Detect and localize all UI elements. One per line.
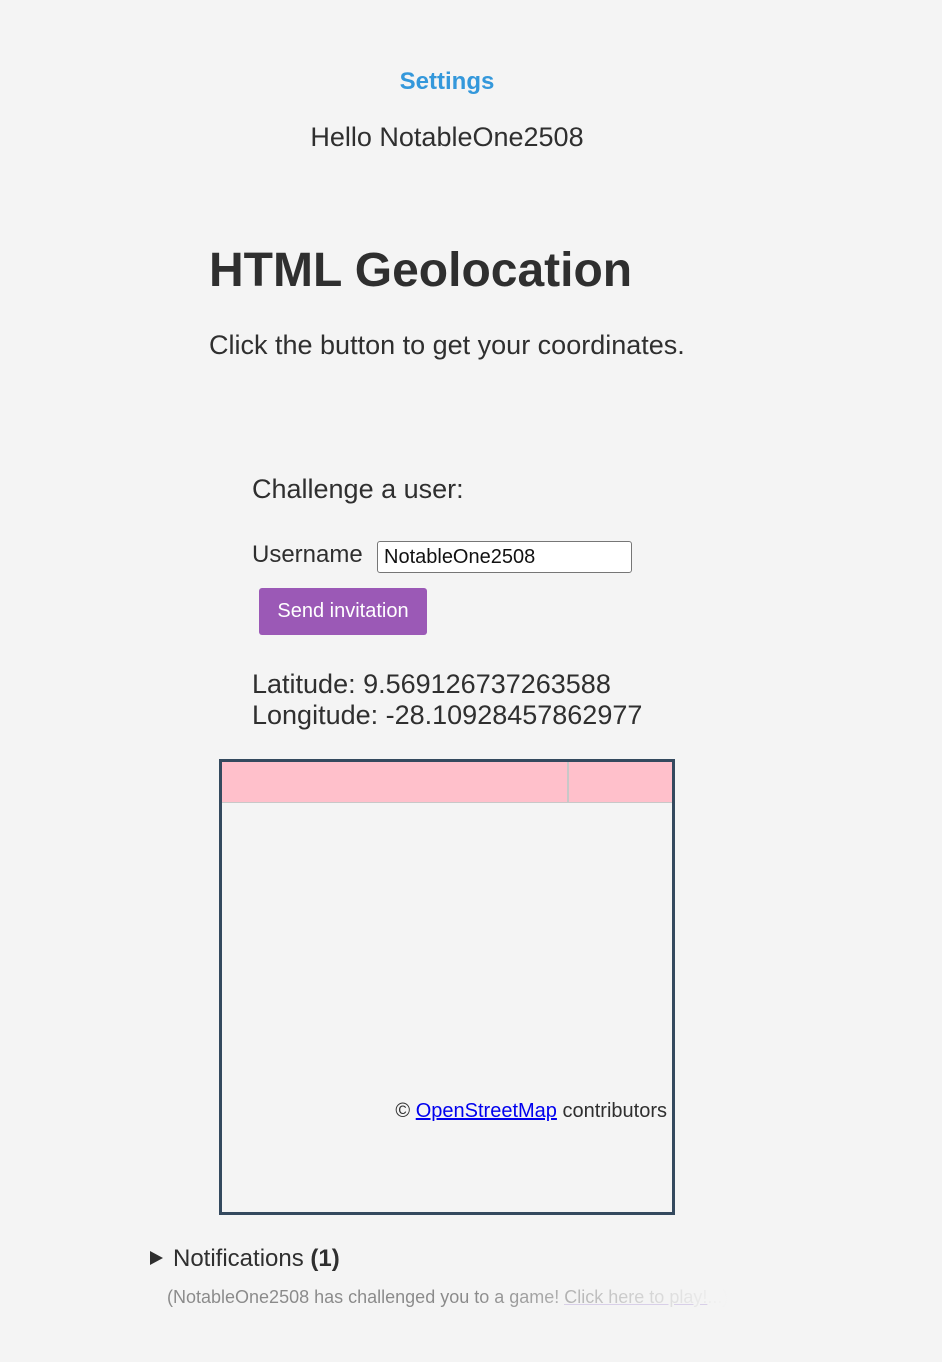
greeting-text: Hello NotableOne2508 [310,122,584,152]
notification-item: (NotableOne2508 has challenged you to a … [167,1287,728,1308]
notification-text: (NotableOne2508 has challenged you to a … [167,1287,565,1307]
instructions-text: Click the button to get your coordinates… [209,330,685,360]
attribution-suffix: contributors [562,1100,668,1122]
username-input[interactable] [377,541,632,573]
map-tile [569,762,672,803]
notifications-count: (1) [310,1245,340,1272]
openstreetmap-link[interactable]: OpenStreetMap [416,1100,557,1122]
map-tile [222,762,569,803]
username-label: Username [252,541,363,568]
notification-ellipsis: ...) [707,1287,729,1307]
disclosure-triangle-icon [150,1251,163,1265]
copyright-symbol: © [395,1100,411,1122]
notifications-label: Notifications [173,1245,304,1272]
page-title: HTML Geolocation [209,244,633,297]
coordinates-readout: Latitude: 9.569126737263588 Longitude: -… [252,669,642,731]
longitude-text: Longitude: -28.10928457862977 [252,700,643,730]
map-attribution: © OpenStreetMap contributors [395,1100,667,1123]
latitude-text: Latitude: 9.569126737263588 [252,669,611,699]
challenge-heading: Challenge a user: [252,474,464,504]
map-container[interactable]: © OpenStreetMap contributors [219,759,675,1215]
settings-link[interactable]: Settings [0,68,894,96]
send-invitation-button[interactable]: Send invitation [259,588,427,635]
notifications-toggle[interactable]: Notifications (1) [150,1245,340,1273]
play-link[interactable]: Click here to play! [564,1287,707,1307]
